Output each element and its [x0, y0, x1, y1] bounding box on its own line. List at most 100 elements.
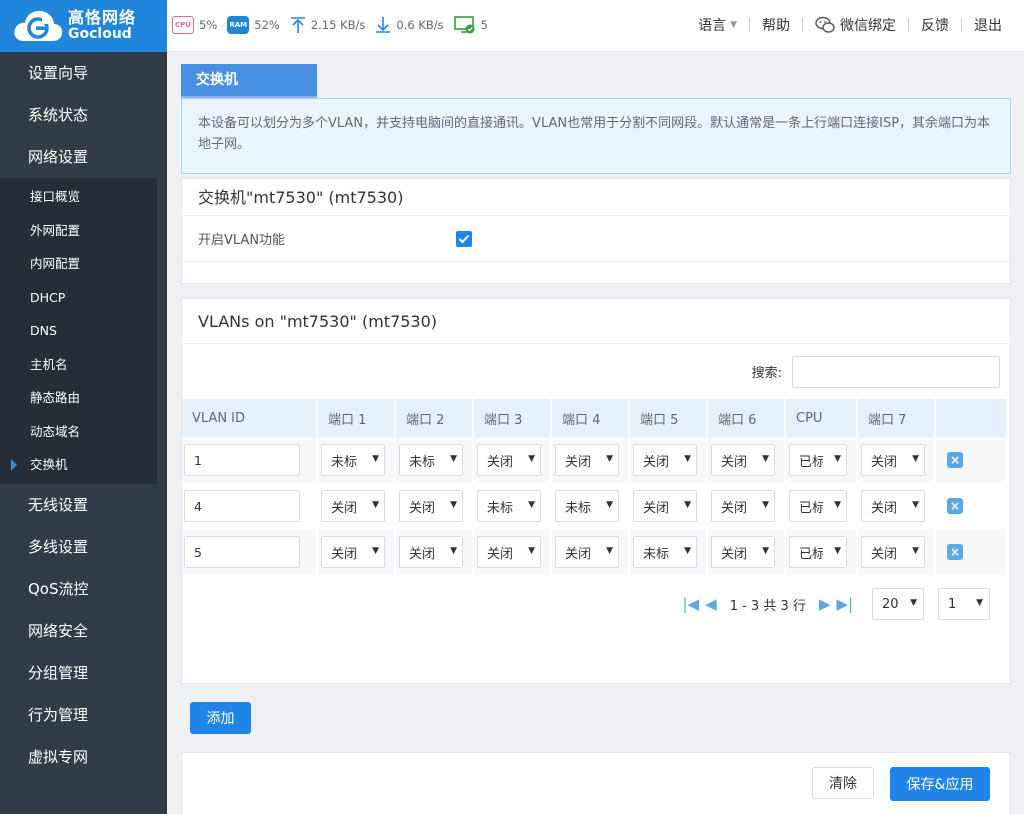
delete-row-icon[interactable]: × — [947, 452, 963, 468]
sidebar-item-multiwan[interactable]: 多线设置 — [0, 526, 167, 568]
prev-page-icon[interactable]: ◀ — [705, 595, 717, 613]
connected-devices-icon — [453, 16, 476, 34]
last-page-icon[interactable]: ▶| — [836, 595, 853, 613]
port4-select[interactable]: 未标 ▼ — [555, 490, 619, 522]
chevron-down-icon: ▼ — [684, 500, 691, 510]
port2-select[interactable]: 关闭 ▼ — [399, 490, 463, 522]
brand-logo[interactable]: 高恪网络 Gocloud — [0, 0, 167, 52]
pagination: |◀ ◀ 1 - 3 共 3 行 ▶ ▶| 20 ▼ 1 ▼ — [182, 575, 1010, 633]
port3-select[interactable]: 关闭 ▼ — [477, 536, 541, 568]
chevron-down-icon: ▼ — [912, 546, 919, 556]
switch-panel: 交换机"mt7530" (mt7530) 开启VLAN功能 — [181, 178, 1011, 284]
column-header-actions — [936, 399, 1006, 437]
vlan-id-input[interactable]: 4 — [184, 490, 300, 522]
delete-row-icon[interactable]: × — [947, 498, 963, 514]
sidebar-item-behavior[interactable]: 行为管理 — [0, 694, 167, 736]
chevron-down-icon: ▼ — [372, 500, 379, 510]
cpu-select[interactable]: 已标 ▼ — [789, 536, 847, 568]
table-row: 4 关闭 ▼ 关闭 ▼ 未标 ▼ 未标 ▼ 关闭 ▼ 关闭 ▼ 已标 ▼ 关闭 ▼ × — [182, 483, 1006, 529]
chevron-down-icon: ▼ — [606, 546, 613, 556]
chevron-down-icon: ▼ — [762, 546, 769, 556]
port4-select[interactable]: 关闭 ▼ — [555, 536, 619, 568]
chevron-down-icon: ▼ — [976, 598, 983, 608]
port5-select[interactable]: 未标 ▼ — [633, 536, 697, 568]
port7-select[interactable]: 关闭 ▼ — [861, 536, 925, 568]
port3-select[interactable]: 未标 ▼ — [477, 490, 541, 522]
sidebar-subitem-switch[interactable]: 交换机 — [0, 448, 157, 482]
chevron-down-icon: ▼ — [528, 546, 535, 556]
sidebar-item-groups[interactable]: 分组管理 — [0, 652, 167, 694]
table-header-row: VLAN ID 端口 1 端口 2 端口 3 端口 4 端口 5 端口 6 CP… — [182, 399, 1006, 437]
delete-row-icon[interactable]: × — [947, 544, 963, 560]
sidebar-item-vpn[interactable]: 虚拟专网 — [0, 736, 167, 778]
save-apply-button[interactable]: 保存&应用 — [890, 767, 990, 801]
enable-vlan-checkbox[interactable] — [456, 230, 472, 247]
vlan-id-input[interactable]: 5 — [184, 536, 300, 568]
sidebar-item-setup-wizard[interactable]: 设置向导 — [0, 52, 167, 94]
column-header-port4: 端口 4 — [552, 399, 628, 437]
clear-button[interactable]: 清除 — [812, 767, 874, 799]
port5-select[interactable]: 关闭 ▼ — [633, 490, 697, 522]
port6-select[interactable]: 关闭 ▼ — [711, 444, 775, 476]
feedback-link[interactable]: 反馈 — [909, 15, 961, 35]
port1-select[interactable]: 关闭 ▼ — [321, 536, 385, 568]
sidebar-subitem-ddns[interactable]: 动态域名 — [0, 415, 157, 449]
port5-select[interactable]: 关闭 ▼ — [633, 444, 697, 476]
search-label: 搜索: — [751, 366, 782, 381]
port1-select[interactable]: 未标 ▼ — [321, 444, 385, 476]
search-input[interactable] — [792, 355, 1000, 388]
sidebar-subitem-dns[interactable]: DNS — [0, 314, 157, 348]
port6-select[interactable]: 关闭 ▼ — [711, 536, 775, 568]
logout-link[interactable]: 退出 — [962, 15, 1014, 35]
cpu-stat: CPU 5% — [172, 16, 217, 34]
cpu-select[interactable]: 已标 ▼ — [789, 444, 847, 476]
chevron-down-icon: ▼ — [912, 454, 919, 464]
chevron-down-icon: ▼ — [450, 546, 457, 556]
port4-select[interactable]: 关闭 ▼ — [555, 444, 619, 476]
chevron-down-icon: ▼ — [372, 454, 379, 464]
sidebar-item-security[interactable]: 网络安全 — [0, 610, 167, 652]
tab-switch[interactable]: 交换机 — [181, 64, 317, 98]
enable-vlan-label: 开启VLAN功能 — [198, 233, 286, 248]
sidebar: 设置向导 系统状态 网络设置 接口概览 外网配置 内网配置 DHCP DNS 主… — [0, 52, 167, 814]
page-size-select[interactable]: 20 ▼ — [872, 588, 924, 620]
port7-select[interactable]: 关闭 ▼ — [861, 490, 925, 522]
port2-select[interactable]: 未标 ▼ — [399, 444, 463, 476]
chevron-down-icon: ▼ — [450, 500, 457, 510]
sidebar-subitem-lan[interactable]: 内网配置 — [0, 247, 157, 281]
column-header-port5: 端口 5 — [630, 399, 706, 437]
help-link[interactable]: 帮助 — [750, 15, 802, 35]
next-page-icon[interactable]: ▶ — [819, 595, 831, 613]
port3-select[interactable]: 关闭 ▼ — [477, 444, 541, 476]
upload-value: 2.15 KB/s — [310, 18, 366, 32]
download-arrow-icon — [375, 16, 391, 34]
cpu-select[interactable]: 已标 ▼ — [789, 490, 847, 522]
chevron-down-icon: ▼ — [450, 454, 457, 464]
port6-select[interactable]: 关闭 ▼ — [711, 490, 775, 522]
sidebar-item-qos[interactable]: QoS流控 — [0, 568, 167, 610]
system-stats: CPU 5% RAM 52% 2.15 KB/s 0.6 KB/s 5 — [172, 14, 498, 36]
sidebar-subitem-dhcp[interactable]: DHCP — [0, 281, 157, 315]
chevron-down-icon: ▼ — [834, 454, 841, 464]
vlan-id-input[interactable]: 1 — [184, 444, 300, 476]
port2-select[interactable]: 关闭 ▼ — [399, 536, 463, 568]
port7-select[interactable]: 关闭 ▼ — [861, 444, 925, 476]
first-page-icon[interactable]: |◀ — [683, 595, 700, 613]
table-row: 5 关闭 ▼ 关闭 ▼ 关闭 ▼ 关闭 ▼ 未标 ▼ 关闭 ▼ 已标 ▼ 关闭 ▼ × — [182, 529, 1006, 575]
page-number-select[interactable]: 1 ▼ — [938, 588, 990, 620]
sidebar-item-system-status[interactable]: 系统状态 — [0, 94, 167, 136]
cpu-value: 5% — [199, 18, 218, 32]
sidebar-item-wireless[interactable]: 无线设置 — [0, 484, 167, 526]
upload-arrow-icon — [290, 16, 306, 34]
language-menu[interactable]: 语言 ▼ — [686, 15, 749, 35]
sidebar-item-network-settings[interactable]: 网络设置 — [0, 136, 167, 178]
wechat-bind-link[interactable]: 微信绑定 — [803, 15, 908, 35]
ram-value: 52% — [254, 18, 280, 32]
port1-select[interactable]: 关闭 ▼ — [321, 490, 385, 522]
sidebar-subitem-wan[interactable]: 外网配置 — [0, 214, 157, 248]
sidebar-subitem-hostname[interactable]: 主机名 — [0, 348, 157, 382]
sidebar-subitem-static-routes[interactable]: 静态路由 — [0, 381, 157, 415]
sidebar-subitem-interfaces[interactable]: 接口概览 — [0, 180, 157, 214]
column-header-port2: 端口 2 — [396, 399, 472, 437]
add-vlan-button[interactable]: 添加 — [190, 702, 251, 734]
